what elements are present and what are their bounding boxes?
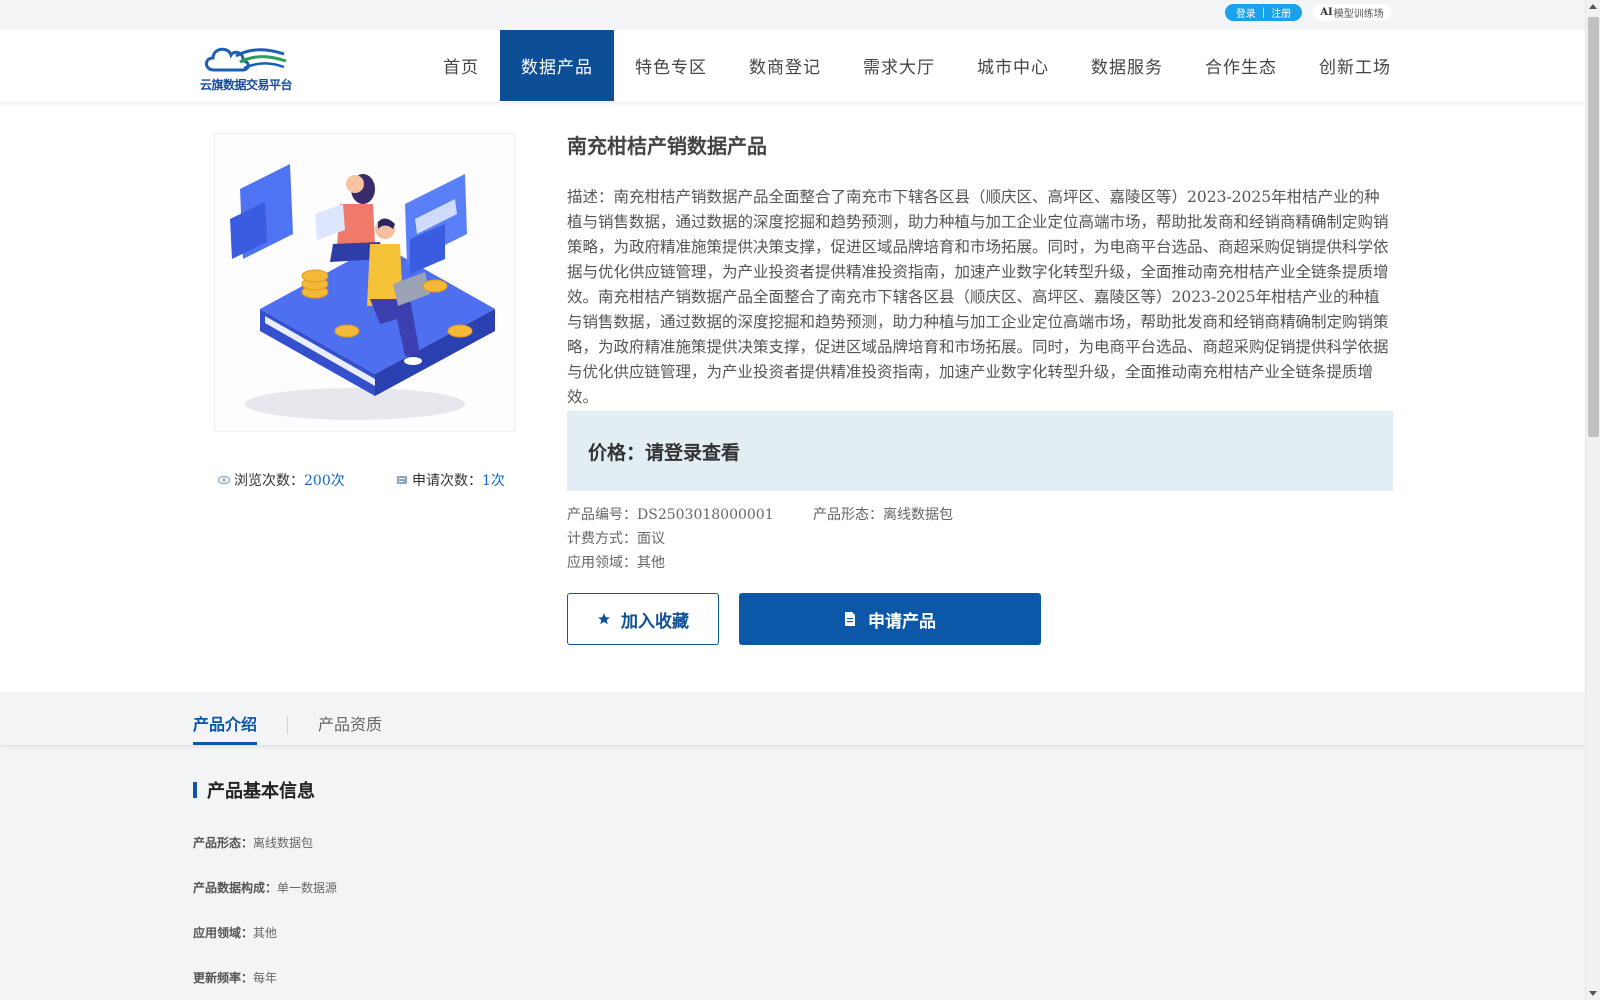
nav-item-data-products[interactable]: 数据产品 (500, 30, 614, 101)
product-description: 描述：南充柑桔产销数据产品全面整合了南充市下辖各区县（顺庆区、高坪区、嘉陵区等）… (567, 188, 1389, 406)
apply-product-button[interactable]: 申请产品 (739, 593, 1041, 645)
scroll-down-arrow-icon[interactable] (1589, 991, 1597, 996)
info-value: 其他 (253, 926, 278, 940)
application-domain-value: 其他 (637, 555, 665, 571)
view-count-value: 200次 (304, 473, 345, 489)
nav-item-home[interactable]: 首页 (422, 30, 500, 101)
heading-accent-bar (193, 782, 197, 798)
add-favorite-button[interactable]: 加入收藏 (567, 593, 719, 645)
cloud-logo-icon (204, 47, 287, 72)
view-count-label: 浏览次数： (234, 473, 304, 489)
info-value: 离线数据包 (253, 836, 314, 850)
login-separator: | (1261, 7, 1266, 18)
nav-item-merchant-registration[interactable]: 数商登记 (728, 30, 842, 101)
info-key: 产品形态： (193, 836, 254, 850)
scroll-up-arrow-icon[interactable] (1589, 4, 1597, 9)
product-title: 南充柑桔产销数据产品 (567, 134, 767, 158)
main-nav: 首页 数据产品 特色专区 数商登记 需求大厅 城市中心 数据服务 合作生态 创新… (422, 30, 1412, 101)
site-logo[interactable]: 云旗数据交易平台 (200, 40, 296, 96)
view-count-stat: 浏览次数： 200次 (218, 470, 345, 490)
info-value: 每年 (253, 971, 278, 985)
billing-method-label: 计费方式： (567, 531, 637, 547)
login-link[interactable]: 登录 (1236, 5, 1256, 20)
application-domain: 应用领域：其他 (567, 552, 665, 572)
info-value: 单一数据源 (277, 881, 338, 895)
apply-count-label: 申请次数： (412, 473, 482, 489)
logo-text: 云旗数据交易平台 (200, 78, 293, 92)
apply-count-value: 1次 (482, 473, 505, 489)
product-code-label: 产品编号： (567, 507, 637, 523)
product-form: 产品形态：离线数据包 (813, 504, 953, 524)
ai-training-label: 模型训练场 (1333, 9, 1384, 20)
info-key: 更新频率： (193, 971, 254, 985)
tab-divider (287, 716, 288, 734)
product-code: 产品编号：DS2503018000001 (567, 504, 774, 524)
product-code-value: DS2503018000001 (637, 507, 774, 523)
active-tab-indicator (193, 742, 257, 745)
billing-method-value: 面议 (637, 531, 665, 547)
nav-item-featured-zone[interactable]: 特色专区 (614, 30, 728, 101)
product-image (214, 133, 515, 432)
product-form-value: 离线数据包 (883, 507, 953, 523)
info-row-composition: 产品数据构成：单一数据源 (193, 879, 337, 896)
nav-item-city-center[interactable]: 城市中心 (956, 30, 1070, 101)
vertical-scrollbar[interactable] (1585, 0, 1600, 1000)
nav-item-partner-ecosystem[interactable]: 合作生态 (1184, 30, 1298, 101)
price-text: 价格：请登录查看 (588, 441, 741, 464)
ai-prefix: AI (1320, 7, 1333, 18)
isometric-people-illustration (230, 163, 495, 420)
register-link[interactable]: 注册 (1271, 5, 1291, 20)
info-row-form: 产品形态：离线数据包 (193, 834, 313, 851)
star-icon (598, 613, 610, 625)
scroll-thumb[interactable] (1588, 17, 1599, 437)
info-key: 产品数据构成： (193, 881, 278, 895)
tab-product-qualification[interactable]: 产品资质 (318, 711, 382, 735)
tab-product-intro[interactable]: 产品介绍 (193, 711, 257, 735)
info-key: 应用领域： (193, 926, 254, 940)
top-utility-bar: 登录 | 注册 AI 模型训练场 (0, 0, 1585, 30)
detail-tabs: 产品介绍 产品资质 (0, 692, 1585, 745)
product-form-label: 产品形态： (813, 507, 883, 523)
nav-item-innovation-workshop[interactable]: 创新工场 (1298, 30, 1412, 101)
application-domain-label: 应用领域： (567, 555, 637, 571)
form-icon (397, 476, 407, 484)
apply-product-label: 申请产品 (868, 611, 936, 632)
info-row-domain: 应用领域：其他 (193, 924, 277, 941)
document-icon (845, 612, 855, 626)
nav-item-demand-hall[interactable]: 需求大厅 (842, 30, 956, 101)
main-header: 云旗数据交易平台 首页 数据产品 特色专区 数商登记 需求大厅 城市中心 数据服… (0, 30, 1585, 102)
info-row-frequency: 更新频率：每年 (193, 969, 277, 986)
login-register-pill[interactable]: 登录 | 注册 (1225, 4, 1302, 21)
add-favorite-label: 加入收藏 (621, 611, 689, 632)
basic-info-heading: 产品基本信息 (193, 777, 315, 803)
nav-item-data-services[interactable]: 数据服务 (1070, 30, 1184, 101)
billing-method: 计费方式：面议 (567, 528, 665, 548)
eye-icon (218, 475, 230, 485)
ai-training-link[interactable]: AI 模型训练场 (1313, 4, 1391, 21)
price-panel: 价格：请登录查看 (567, 411, 1393, 491)
basic-info-title: 产品基本信息 (207, 781, 315, 802)
apply-count-stat: 申请次数： 1次 (396, 470, 505, 490)
